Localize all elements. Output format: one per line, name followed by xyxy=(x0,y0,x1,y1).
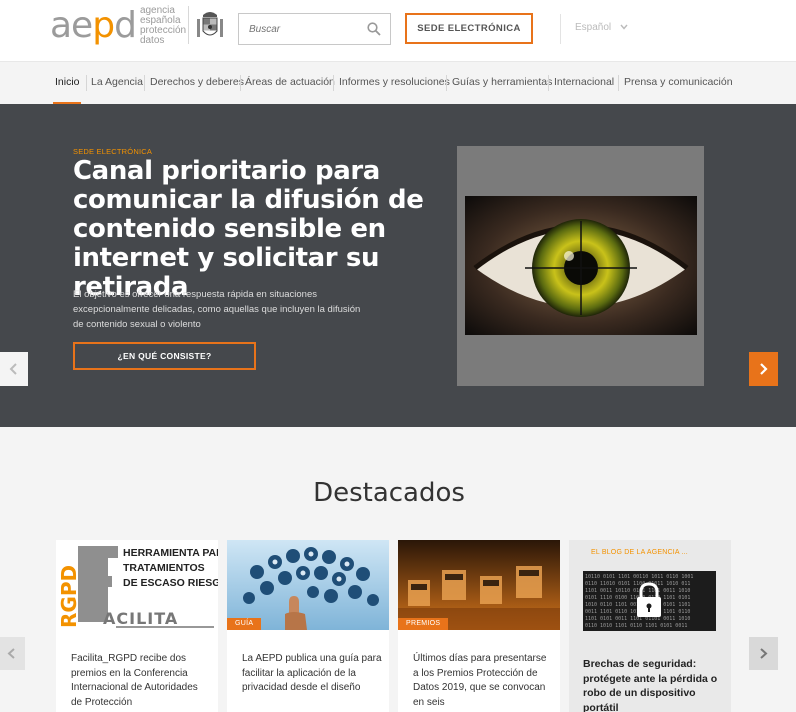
en-que-consiste-button[interactable]: ¿EN QUÉ CONSISTE? xyxy=(73,342,256,370)
svg-text:HERRAMIENTA PARA: HERRAMIENTA PARA xyxy=(123,547,218,559)
padlock-code-illustration: 10110 0101 1101 00110 1011 0110 1001 011… xyxy=(583,571,716,631)
chevron-right-icon xyxy=(760,363,768,375)
aepd-logo[interactable]: aepd agencia española protección datos xyxy=(50,4,186,48)
svg-text:0110 1010 1101 0110 1101 0101: 0110 1010 1101 0110 1101 0101 0011 xyxy=(585,623,687,629)
facilita-image: RGPD HERRAMIENTA PARA TRATAMIENTOS DE ES… xyxy=(56,540,218,630)
nav-item-inicio[interactable]: Inicio xyxy=(55,76,80,88)
hero-next-button[interactable] xyxy=(749,352,778,386)
apps-globe-illustration xyxy=(227,540,389,630)
card-tag-guia: GUÍA xyxy=(227,618,262,630)
chevron-right-icon xyxy=(760,648,768,659)
search-box xyxy=(238,13,391,45)
hero-description: El objetivo es ofrecer una respuesta ráp… xyxy=(73,289,361,330)
destacado-card-premios[interactable]: PREMIOS Últimos días para presentarse a … xyxy=(398,540,560,712)
logo-text: agencia española protección datos xyxy=(139,5,187,46)
svg-text:TRATAMIENTOS: TRATAMIENTOS xyxy=(123,562,205,574)
nav-divider xyxy=(86,75,87,91)
premios-image: PREMIOS xyxy=(398,540,560,630)
awards-illustration xyxy=(398,540,560,630)
destacados-heading: Destacados xyxy=(313,478,465,508)
main-nav: Inicio La Agencia Derechos y deberes Áre… xyxy=(0,61,796,105)
nav-divider xyxy=(240,75,241,91)
language-selector[interactable]: Español xyxy=(575,22,611,33)
svg-text:1101 0011 10110 0101 1101 0011: 1101 0011 10110 0101 1101 0011 1010 xyxy=(585,588,690,594)
card-text: Facilita_RGPD recibe dos premios en la C… xyxy=(71,653,198,708)
nav-item-prensa[interactable]: Prensa y comunicación xyxy=(624,76,733,88)
blog-kicker: EL BLOG DE LA AGENCIA ... xyxy=(591,549,688,556)
nav-item-guias[interactable]: Guías y herramientas xyxy=(452,76,552,88)
svg-text:ACILITA: ACILITA xyxy=(103,609,178,628)
search-input[interactable] xyxy=(239,14,364,44)
spain-crest-icon xyxy=(197,12,223,37)
logo-divider xyxy=(188,6,189,44)
search-icon[interactable] xyxy=(367,22,381,36)
blog-image: 10110 0101 1101 00110 1011 0110 1001 011… xyxy=(583,571,716,631)
nav-divider xyxy=(446,75,447,91)
eye-image xyxy=(465,196,697,335)
nav-divider xyxy=(144,75,145,91)
nav-item-informes[interactable]: Informes y resoluciones xyxy=(339,76,450,88)
nav-divider xyxy=(333,75,334,91)
hero-prev-button[interactable] xyxy=(0,352,28,386)
nav-divider xyxy=(618,75,619,91)
card-text: La AEPD publica una guía para facilitar … xyxy=(242,653,382,693)
destacado-card-guia[interactable]: GUÍA La AEPD publica una guía para facil… xyxy=(227,540,389,712)
svg-text:0110 11010 0101 1100 01011 101: 0110 11010 0101 1100 01011 1010 011 xyxy=(585,581,690,587)
svg-text:10110 0101 1101 00110 1011 011: 10110 0101 1101 00110 1011 0110 1001 xyxy=(585,574,693,580)
destacados-next-button[interactable] xyxy=(749,637,778,670)
nav-divider xyxy=(548,75,549,91)
hero-image-frame xyxy=(457,146,704,386)
hero-carousel: SEDE ELECTRÓNICA Canal prioritario para … xyxy=(0,104,796,427)
nav-item-areas[interactable]: Áreas de actuación xyxy=(245,76,335,88)
language-separator xyxy=(560,14,561,44)
facilita-logo: RGPD HERRAMIENTA PARA TRATAMIENTOS DE ES… xyxy=(57,546,218,628)
guia-image: GUÍA xyxy=(227,540,389,630)
chevron-left-icon xyxy=(9,363,17,375)
site-header: aepd agencia española protección datos S… xyxy=(0,0,796,61)
svg-text:RGPD: RGPD xyxy=(57,565,81,628)
chevron-left-icon xyxy=(7,648,15,659)
logo-wordmark: aepd xyxy=(50,5,137,46)
hero-title: Canal prioritario para comunicar la difu… xyxy=(73,156,424,302)
destacado-card-blog[interactable]: EL BLOG DE LA AGENCIA ... 10110 0101 110… xyxy=(569,540,731,712)
svg-text:1101 0101 0011 1101 01101 0011: 1101 0101 0011 1101 01101 0011 1010 xyxy=(585,616,690,622)
eye-illustration xyxy=(465,196,697,335)
svg-text:DE ESCASO RIESGO: DE ESCASO RIESGO xyxy=(123,577,218,589)
card-text: Últimos días para presentarse a los Prem… xyxy=(413,653,547,708)
destacados-prev-button[interactable] xyxy=(0,637,25,670)
nav-item-internacional[interactable]: Internacional xyxy=(554,76,614,88)
sede-electronica-button[interactable]: SEDE ELECTRÓNICA xyxy=(405,13,533,44)
nav-item-la-agencia[interactable]: La Agencia xyxy=(91,76,143,88)
nav-item-derechos[interactable]: Derechos y deberes xyxy=(150,76,244,88)
hero-kicker: SEDE ELECTRÓNICA xyxy=(73,147,153,156)
chevron-down-icon[interactable] xyxy=(620,23,628,31)
card-tag-premios: PREMIOS xyxy=(398,618,449,630)
destacado-card-facilita[interactable]: RGPD HERRAMIENTA PARA TRATAMIENTOS DE ES… xyxy=(56,540,218,712)
blog-title: Brechas de seguridad: protégete ante la … xyxy=(583,658,718,712)
